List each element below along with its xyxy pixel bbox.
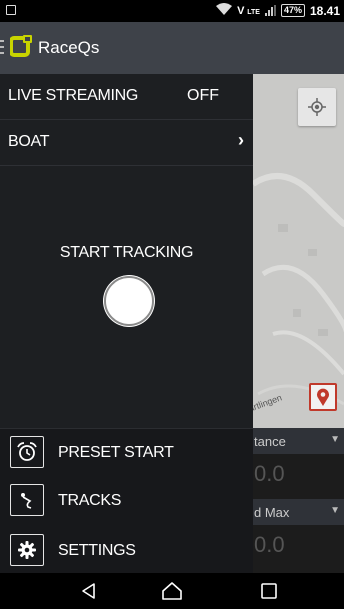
notification-icon: [6, 5, 16, 15]
map-view[interactable]: [253, 74, 344, 428]
crosshair-icon: [308, 98, 326, 116]
speed-max-value: 0.0: [254, 532, 285, 557]
wifi-icon: [216, 3, 233, 18]
speed-max-label: d Max: [254, 505, 290, 520]
drawer-menu: PRESET START TRACKS SETTINGS: [0, 428, 253, 573]
dropdown-triangle-icon: ▼: [330, 434, 340, 445]
menu-item-label: PRESET START: [58, 444, 174, 461]
track-icon: [10, 484, 44, 516]
signal-icon: [264, 5, 276, 16]
menu-item-label: TRACKS: [58, 492, 122, 509]
app-bar: RaceQs: [0, 22, 344, 74]
live-streaming-label: LIVE STREAMING: [8, 87, 139, 104]
boat-row[interactable]: BOAT ›: [0, 120, 253, 166]
distance-value: 0.0: [254, 461, 285, 486]
chevron-right-icon: ›: [238, 130, 244, 150]
drawer-toggle-icon[interactable]: [0, 40, 4, 54]
menu-item-preset-start[interactable]: PRESET START: [0, 433, 253, 471]
distance-label: tance: [254, 434, 286, 449]
map-pin-icon: [317, 388, 329, 406]
clock: 18.41: [309, 3, 340, 18]
gear-icon: [10, 534, 44, 566]
boat-label: BOAT: [8, 133, 50, 150]
stats-panel: tance ▼ 0.0 d Max ▼ 0.0: [253, 428, 344, 573]
menu-item-label: SETTINGS: [58, 542, 136, 559]
system-nav-bar: [0, 573, 344, 609]
speed-max-value-box: 0.0: [253, 525, 344, 563]
start-tracking-label: START TRACKING: [59, 244, 194, 261]
live-streaming-value: OFF: [187, 87, 219, 104]
back-triangle-icon: [82, 583, 95, 599]
home-icon: [162, 582, 182, 600]
alarm-clock-icon: [10, 436, 44, 468]
recents-square-icon: [261, 583, 277, 599]
speed-max-header[interactable]: d Max ▼: [253, 499, 344, 525]
distance-value-box: 0.0: [253, 454, 344, 492]
recents-button[interactable]: [257, 580, 281, 602]
menu-item-settings[interactable]: SETTINGS: [0, 531, 253, 569]
navigation-drawer: LIVE STREAMING OFF BOAT › START TRACKING…: [0, 74, 253, 573]
battery-icon: 47%: [280, 4, 305, 17]
map-pin-button[interactable]: [309, 383, 337, 411]
back-button[interactable]: [77, 580, 101, 602]
my-location-button[interactable]: [298, 88, 336, 126]
start-tracking-button[interactable]: [104, 276, 154, 326]
app-title: RaceQs: [38, 38, 100, 57]
menu-item-tracks[interactable]: TRACKS: [0, 481, 253, 519]
volte-indicator: V LTE: [237, 4, 260, 17]
home-button[interactable]: [160, 580, 184, 602]
live-streaming-row[interactable]: LIVE STREAMING OFF: [0, 74, 253, 120]
distance-header[interactable]: tance ▼: [253, 428, 344, 454]
raceqs-logo-icon: [10, 35, 32, 57]
status-bar: V LTE 47% 18.41: [0, 0, 344, 22]
dropdown-triangle-icon: ▼: [330, 505, 340, 516]
